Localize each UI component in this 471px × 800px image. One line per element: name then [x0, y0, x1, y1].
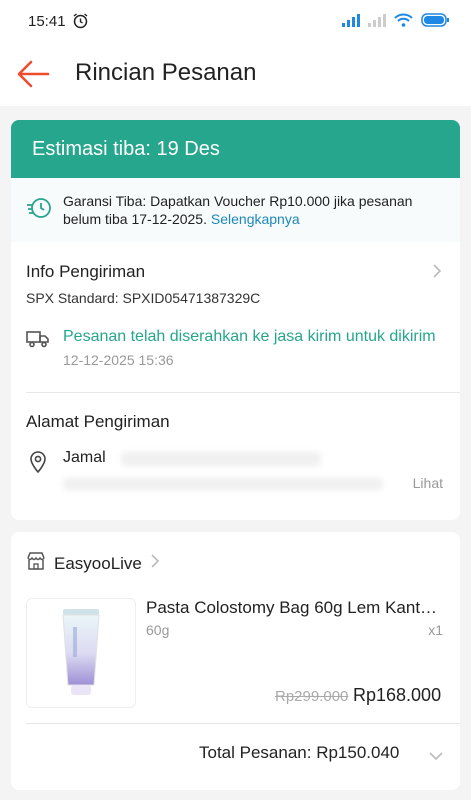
shop-name: EasyooLive — [54, 553, 142, 573]
shop-icon — [26, 552, 46, 575]
app-bar: Rincian Pesanan — [0, 42, 471, 106]
battery-icon — [421, 13, 449, 32]
shipping-address[interactable]: Alamat Pengiriman Jamal Lihat — [11, 392, 460, 520]
truck-icon — [26, 330, 50, 353]
signal-icon — [342, 13, 360, 32]
discounted-price: Rp168.000 — [353, 685, 442, 705]
product-quantity: x1 — [428, 622, 443, 638]
shipping-info-title: Info Pengiriman — [26, 262, 146, 281]
signal-icon — [368, 13, 386, 32]
status-bar: 15:41 — [0, 0, 471, 42]
wifi-icon — [394, 13, 413, 32]
chevron-right-icon — [432, 264, 442, 278]
shipping-service: SPX Standard: SPXID05471387329C — [26, 290, 261, 306]
order-card: EasyooLive Pasta Colostomy Bag 60g Lem K… — [11, 532, 460, 790]
redacted-phone — [121, 452, 321, 466]
back-button[interactable] — [16, 59, 50, 89]
shop-row[interactable]: EasyooLive — [26, 552, 160, 575]
location-pin-icon — [29, 450, 47, 479]
page-title: Rincian Pesanan — [75, 59, 257, 86]
status-time: 15:41 — [28, 13, 66, 30]
recipient-name: Jamal — [63, 449, 106, 466]
delivery-guarantee[interactable]: Garansi Tiba: Dapatkan Voucher Rp10.000 … — [11, 178, 460, 242]
arrow-left-icon — [17, 60, 50, 88]
shipping-card: Estimasi tiba: 19 Des Garansi Tiba: Dapa… — [11, 120, 460, 520]
chevron-right-icon — [150, 554, 160, 573]
fast-delivery-icon — [26, 196, 52, 225]
divider — [26, 723, 460, 724]
order-total[interactable]: Total Pesanan: Rp150.040 — [199, 743, 399, 763]
original-price: Rp299.000 — [275, 688, 349, 705]
product-name[interactable]: Pasta Colostomy Bag 60g Lem Kantong Stom… — [146, 598, 446, 618]
shipping-info[interactable]: Info Pengiriman SPX Standard: SPXID05471… — [11, 242, 460, 393]
chevron-down-icon[interactable] — [429, 748, 443, 766]
shipping-time: 12-12-2025 15:36 — [63, 352, 174, 368]
eta-banner: Estimasi tiba: 19 Des — [11, 120, 460, 178]
product-variant: 60g — [146, 622, 170, 638]
redacted-address — [63, 478, 383, 490]
address-title: Alamat Pengiriman — [26, 412, 170, 431]
alarm-icon — [72, 12, 89, 34]
guarantee-text: Garansi Tiba: Dapatkan Voucher Rp10.000 … — [63, 192, 443, 228]
product-image[interactable] — [26, 598, 136, 708]
guarantee-link[interactable]: Selengkapnya — [211, 211, 300, 227]
view-address-link[interactable]: Lihat — [413, 475, 443, 491]
shipping-status: Pesanan telah diserahkan ke jasa kirim u… — [63, 328, 436, 345]
